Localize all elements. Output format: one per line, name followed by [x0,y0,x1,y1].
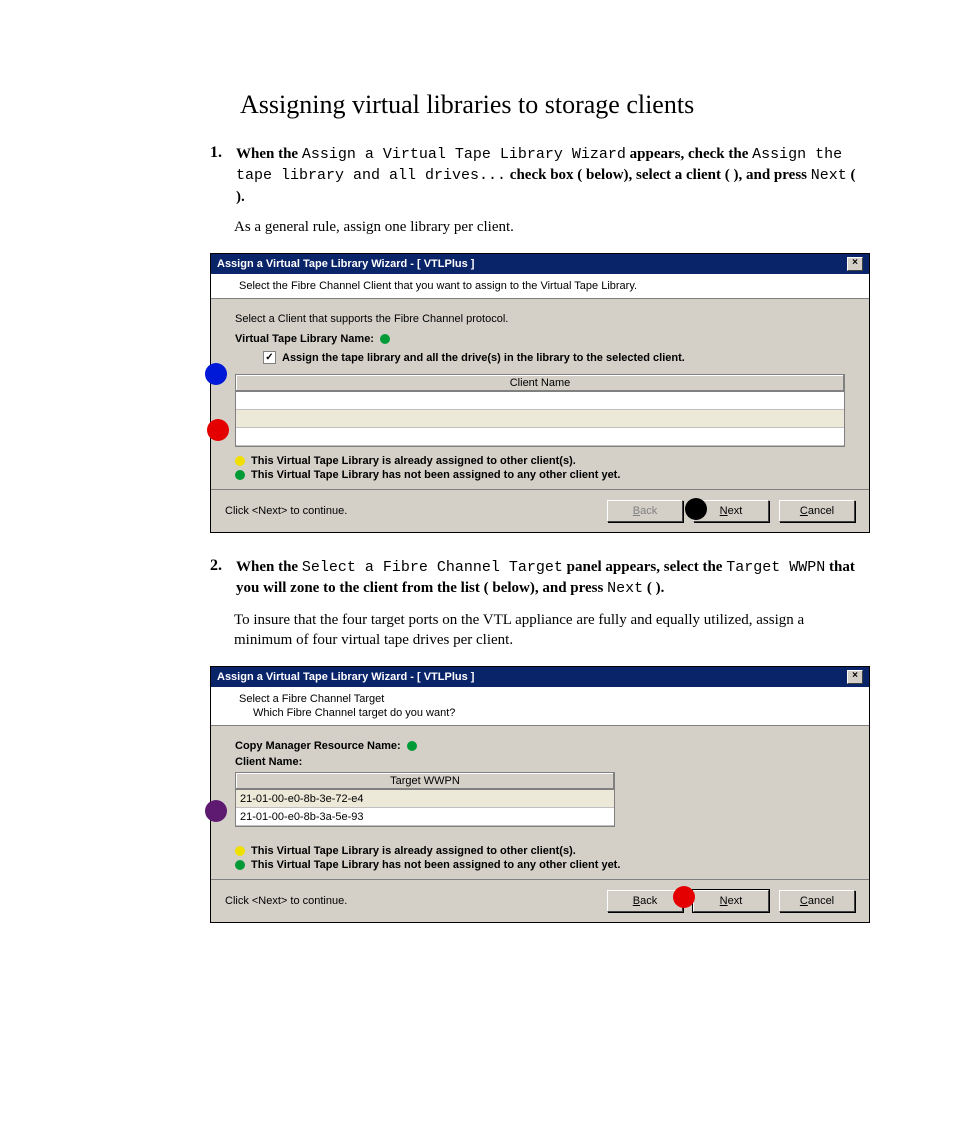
titlebar-2: Assign a Virtual Tape Library Wizard - [… [211,667,869,687]
step-1-text-c: check box ( [506,167,582,183]
step-2-note: To insure that the four target ports on … [234,610,854,651]
dialog-assign-vtl-2: Assign a Virtual Tape Library Wizard - [… [210,666,870,923]
wwpn-row-2[interactable]: 21-01-00-e0-8b-3a-5e-93 [236,808,614,826]
green-bullet-icon-2 [235,860,245,870]
dialog-1-instruction: Select a Client that supports the Fibre … [235,313,845,325]
annotation-dot-red-1 [207,419,229,441]
close-icon[interactable]: × [847,257,863,271]
dialog-1-title: Assign a Virtual Tape Library Wizard - [… [217,258,474,270]
step-2-next: Next [607,580,643,597]
step-1-text-b: appears, check the [626,146,752,162]
cancel-button-2[interactable]: Cancel [779,890,855,912]
dialog-2-sh-title: Select a Fibre Channel Target [239,693,841,705]
vtl-name-label: Virtual Tape Library Name: [235,333,374,345]
yellow-bullet-icon-2 [235,846,245,856]
step-2-panel-name: Select a Fibre Channel Target [302,559,563,576]
step-1-text-a: When the [236,146,302,162]
next-button-2[interactable]: Next [693,890,769,912]
client-table-header: Client Name [236,375,844,392]
step-2-text-d: below), and press [489,580,608,596]
step-1-number: 1. [210,144,232,162]
green-status-icon-2 [407,741,417,751]
step-2-text-e: ( ). [643,580,664,596]
step-2-text-a: When the [236,559,302,575]
assign-all-checkbox[interactable]: ✓ [263,351,276,364]
step-2-number: 2. [210,557,232,575]
dialog-assign-vtl-1: Assign a Virtual Tape Library Wizard - [… [210,253,870,533]
dialog-2-title: Assign a Virtual Tape Library Wizard - [… [217,671,474,683]
annotation-dot-red-2 [673,886,695,908]
dialog-1-footer-text: Click <Next> to continue. [225,505,347,517]
cmrn-label: Copy Manager Resource Name: [235,740,401,752]
cancel-button-1[interactable]: Cancel [779,500,855,522]
step-1-note: As a general rule, assign one library pe… [234,217,854,237]
dialog-1-subheader: Select the Fibre Channel Client that you… [211,274,869,299]
step-1-text-e: ), and press [730,167,811,183]
green-status-icon [380,334,390,344]
step-1-text-d: below), select a client ( [582,167,729,183]
step-1: 1. When the Assign a Virtual Tape Librar… [210,144,874,207]
close-icon-2[interactable]: × [847,670,863,684]
annotation-dot-blue [205,363,227,385]
client-table-row-3[interactable] [236,428,844,446]
step-2-text-b: panel appears, select the [563,559,726,575]
annotation-dot-black [685,498,707,520]
legend-green-1: This Virtual Tape Library has not been a… [251,469,620,481]
wwpn-row-1[interactable]: 21-01-00-e0-8b-3e-72-e4 [236,790,614,808]
legend-yellow-1: This Virtual Tape Library is already ass… [251,455,576,467]
client-table-row-1[interactable] [236,392,844,410]
client-name-label: Client Name: [235,756,845,768]
wwpn-table-header: Target WWPN [236,773,614,790]
step-2-target-mono: Target WWPN [726,559,825,576]
dialog-2-footer-text: Click <Next> to continue. [225,895,347,907]
wwpn-table: Target WWPN 21-01-00-e0-8b-3e-72-e4 21-0… [235,772,615,827]
dialog-1-subtitle: Select the Fibre Channel Client that you… [239,280,841,292]
step-2: 2. When the Select a Fibre Channel Targe… [210,557,874,600]
back-button-1[interactable]: Back [607,500,683,522]
client-table: Client Name [235,374,845,447]
step-1-wizard-name: Assign a Virtual Tape Library Wizard [302,146,626,163]
titlebar-1: Assign a Virtual Tape Library Wizard - [… [211,254,869,274]
dialog-2-subheader: Select a Fibre Channel Target Which Fibr… [211,687,869,726]
back-button-2[interactable]: Back [607,890,683,912]
page-heading: Assigning virtual libraries to storage c… [240,90,874,120]
dialog-2-sh-sub: Which Fibre Channel target do you want? [253,707,841,719]
step-1-next: Next [811,167,847,184]
legend-green-2: This Virtual Tape Library has not been a… [251,859,620,871]
green-bullet-icon [235,470,245,480]
client-table-row-2[interactable] [236,410,844,428]
annotation-dot-purple [205,800,227,822]
yellow-bullet-icon [235,456,245,466]
legend-yellow-2: This Virtual Tape Library is already ass… [251,845,576,857]
assign-all-checkbox-label: Assign the tape library and all the driv… [282,352,685,364]
